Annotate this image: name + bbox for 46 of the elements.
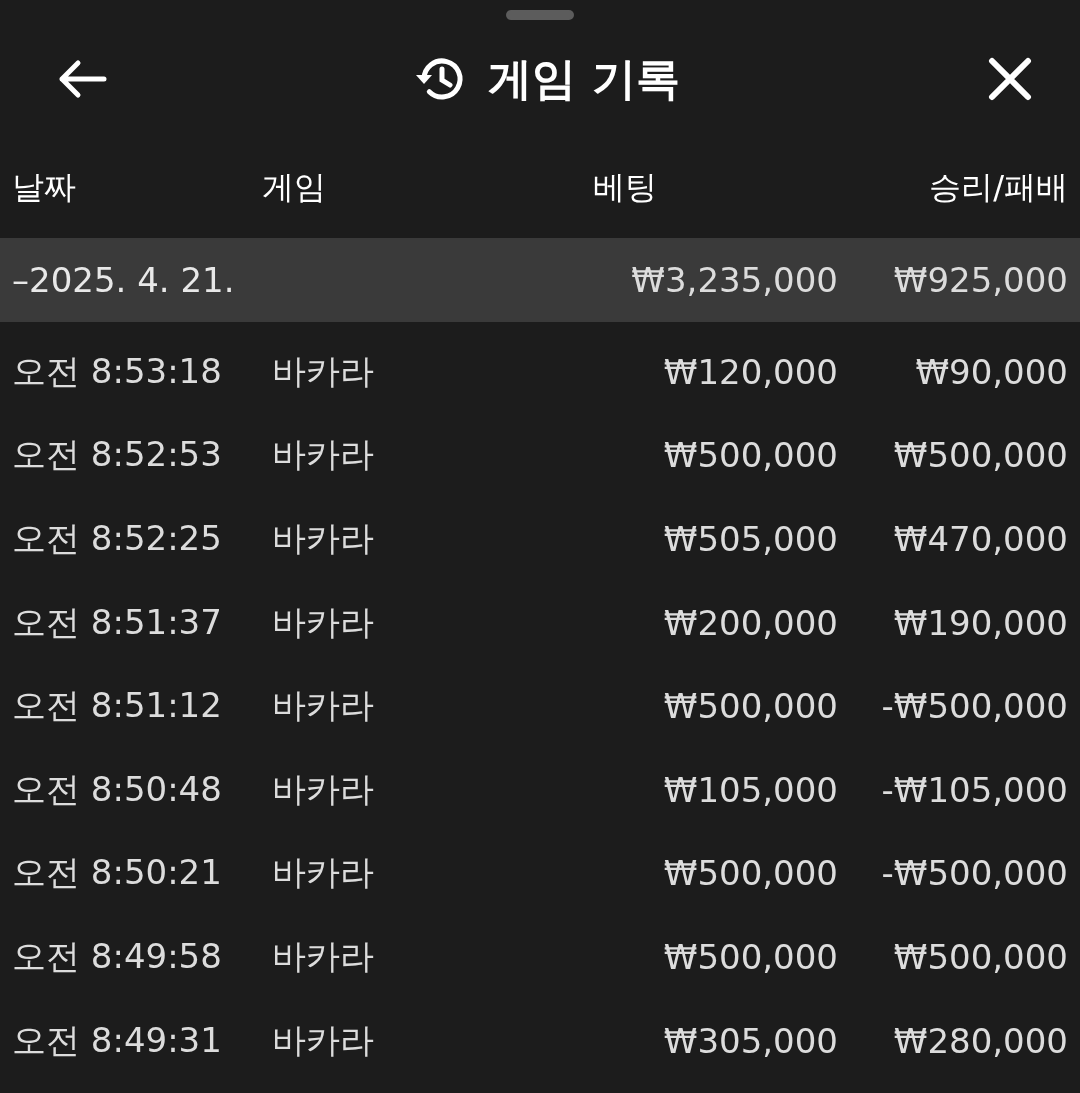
game-cell-text: 바카라 [272, 600, 375, 644]
game-cell-text: 바카라 [272, 517, 375, 560]
time-cell-text: 오전 8:51:37 [12, 600, 223, 644]
result-cell-text: -₩500,000 [880, 853, 1068, 894]
result-cell-text: -₩105,000 [880, 769, 1068, 810]
time-cell-text: 오전 8:52:53 [12, 433, 223, 477]
game-cell-text: 바카라 [272, 433, 375, 477]
bet-cell-text: ₩120,000 [662, 351, 838, 392]
time-cell-text: 오전 8:50:48 [12, 767, 223, 811]
result-cell-text: ₩500,000 [892, 435, 1068, 476]
drag-handle[interactable] [506, 10, 574, 20]
game-cell-text: 바카라 [272, 1018, 375, 1062]
time-cell-text: 오전 8:49:31 [12, 1018, 223, 1062]
bet-cell-text: ₩200,000 [662, 602, 838, 643]
result-cell-text: -₩500,000 [880, 686, 1068, 727]
bet-cell-text: ₩500,000 [662, 936, 838, 977]
game-cell-text: 바카라 [272, 851, 375, 895]
result-cell-text: ₩190,000 [892, 602, 1068, 643]
bet-total: ₩3,235,000 [630, 260, 838, 300]
bet-cell-text: ₩500,000 [662, 686, 838, 727]
bet-cell-text: ₩500,000 [662, 435, 838, 476]
time-cell-text: 오전 8:51:12 [12, 684, 223, 728]
bet-cell-text: ₩500,000 [662, 853, 838, 894]
result-cell-text: ₩500,000 [892, 936, 1068, 977]
window-title: 게임 기록 [488, 51, 680, 106]
time-cell-text: 오전 8:49:58 [12, 934, 223, 978]
bet-cell-text: ₩305,000 [662, 1020, 838, 1061]
game-cell-text: 바카라 [272, 934, 375, 978]
column-header: 날짜 [12, 167, 77, 208]
bet-cell-text: ₩505,000 [662, 519, 838, 559]
column-header: 게임 [262, 167, 327, 208]
column-header: 승리/패배 [928, 167, 1068, 208]
result-cell-text: ₩280,000 [892, 1020, 1068, 1061]
game-cell-text: 바카라 [272, 349, 375, 393]
game-cell-text: 바카라 [272, 767, 375, 811]
group-date: –2025. 4. 21. [12, 260, 236, 300]
date-group-row[interactable]: –2025. 4. 21. ₩3,235,000 ₩925,000 [0, 238, 1080, 322]
game-cell-text: 바카라 [272, 684, 375, 728]
time-cell-text: 오전 8:50:21 [12, 851, 223, 895]
result-cell-text: ₩470,000 [892, 519, 1068, 559]
column-header: 베팅 [592, 167, 657, 208]
bet-cell-text: ₩105,000 [662, 769, 838, 810]
result-total: ₩925,000 [892, 260, 1068, 300]
time-cell-text: 오전 8:52:25 [12, 517, 223, 560]
time-cell-text: 오전 8:53:18 [12, 349, 223, 393]
result-cell-text: ₩90,000 [914, 351, 1068, 392]
